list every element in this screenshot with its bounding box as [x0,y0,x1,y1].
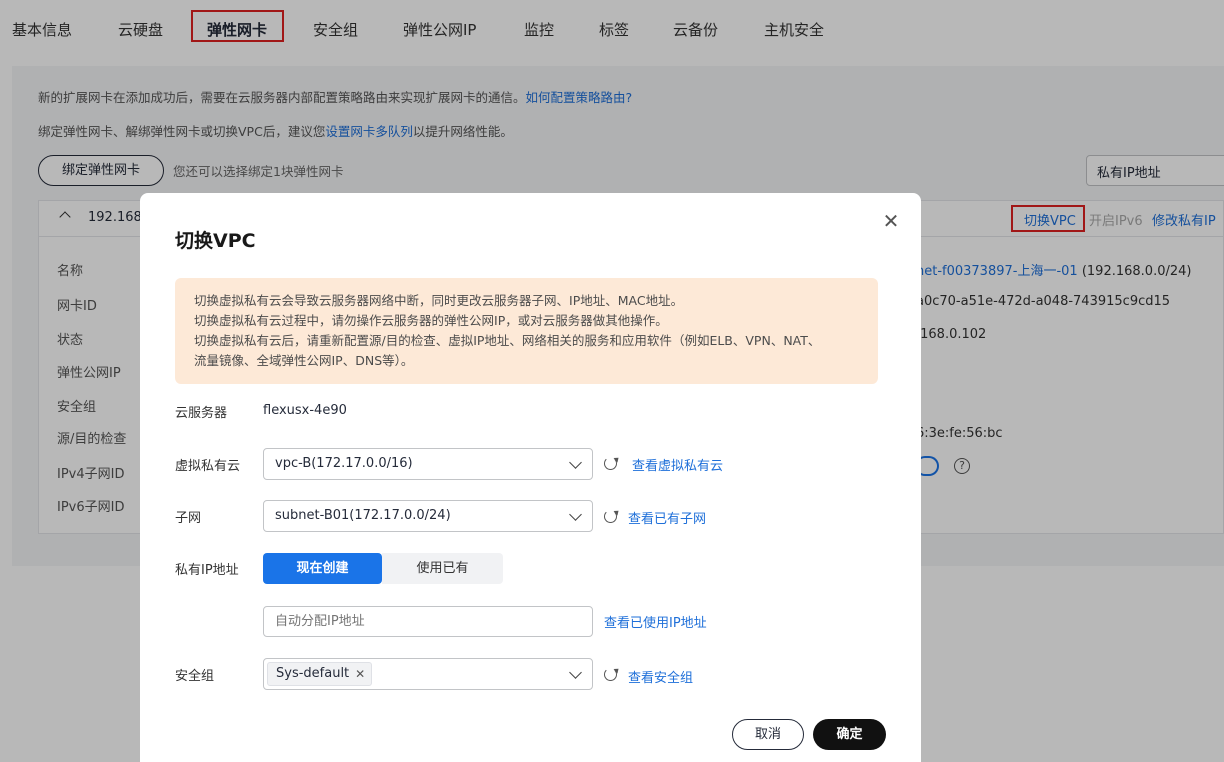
security-group-label: 安全组 [175,669,215,684]
security-group-select[interactable]: Sys-default ✕ [263,658,593,690]
confirm-button[interactable]: 确定 [813,719,886,750]
remove-tag-icon[interactable]: ✕ [355,663,365,685]
vpc-select[interactable]: vpc-B(172.17.0.0/16) [263,448,593,480]
close-icon[interactable]: ✕ [880,210,902,232]
view-used-ip-link[interactable]: 查看已使用IP地址 [604,612,707,631]
private-ip-input[interactable] [263,606,593,637]
warning-line: 切换虚拟私有云会导致云服务器网络中断，同时更改云服务器子网、IP地址、MAC地址… [194,293,684,308]
server-label: 云服务器 [175,406,228,421]
view-security-group-link[interactable]: 查看安全组 [628,667,693,686]
subnet-select[interactable]: subnet-B01(172.17.0.0/24) [263,500,593,532]
warning-line: 流量镜像、全域弹性公网IP、DNS等）。 [194,353,414,368]
refresh-icon[interactable] [604,510,617,523]
chevron-down-icon [569,508,582,521]
create-ip-button[interactable]: 现在创建 [263,553,382,584]
cancel-button[interactable]: 取消 [732,719,804,750]
use-existing-ip-button[interactable]: 使用已有 [382,553,503,584]
refresh-icon[interactable] [604,668,617,681]
switch-vpc-dialog: 切换VPC ✕ 切换虚拟私有云会导致云服务器网络中断，同时更改云服务器子网、IP… [140,193,921,762]
warning-box: 切换虚拟私有云会导致云服务器网络中断，同时更改云服务器子网、IP地址、MAC地址… [175,278,878,384]
dialog-title: 切换VPC [175,230,256,252]
refresh-icon[interactable] [604,457,617,470]
subnet-select-value: subnet-B01(172.17.0.0/24) [275,508,451,523]
chevron-down-icon [569,456,582,469]
warning-line: 切换虚拟私有云后，请重新配置源/目的检查、虚拟IP地址、网络相关的服务和应用软件… [194,333,821,348]
warning-line: 切换虚拟私有云过程中，请勿操作云服务器的弹性公网IP，或对云服务器做其他操作。 [194,313,668,328]
server-value: flexusx-4e90 [263,403,347,418]
security-group-tag: Sys-default ✕ [267,662,373,686]
private-ip-label: 私有IP地址 [175,563,239,578]
vpc-select-value: vpc-B(172.17.0.0/16) [275,456,413,471]
security-group-tag-label: Sys-default [276,666,350,681]
view-vpc-link[interactable]: 查看虚拟私有云 [632,455,723,474]
view-subnet-link[interactable]: 查看已有子网 [628,508,706,527]
subnet-label: 子网 [175,511,202,526]
vpc-label: 虚拟私有云 [175,459,241,474]
chevron-down-icon [569,666,582,679]
